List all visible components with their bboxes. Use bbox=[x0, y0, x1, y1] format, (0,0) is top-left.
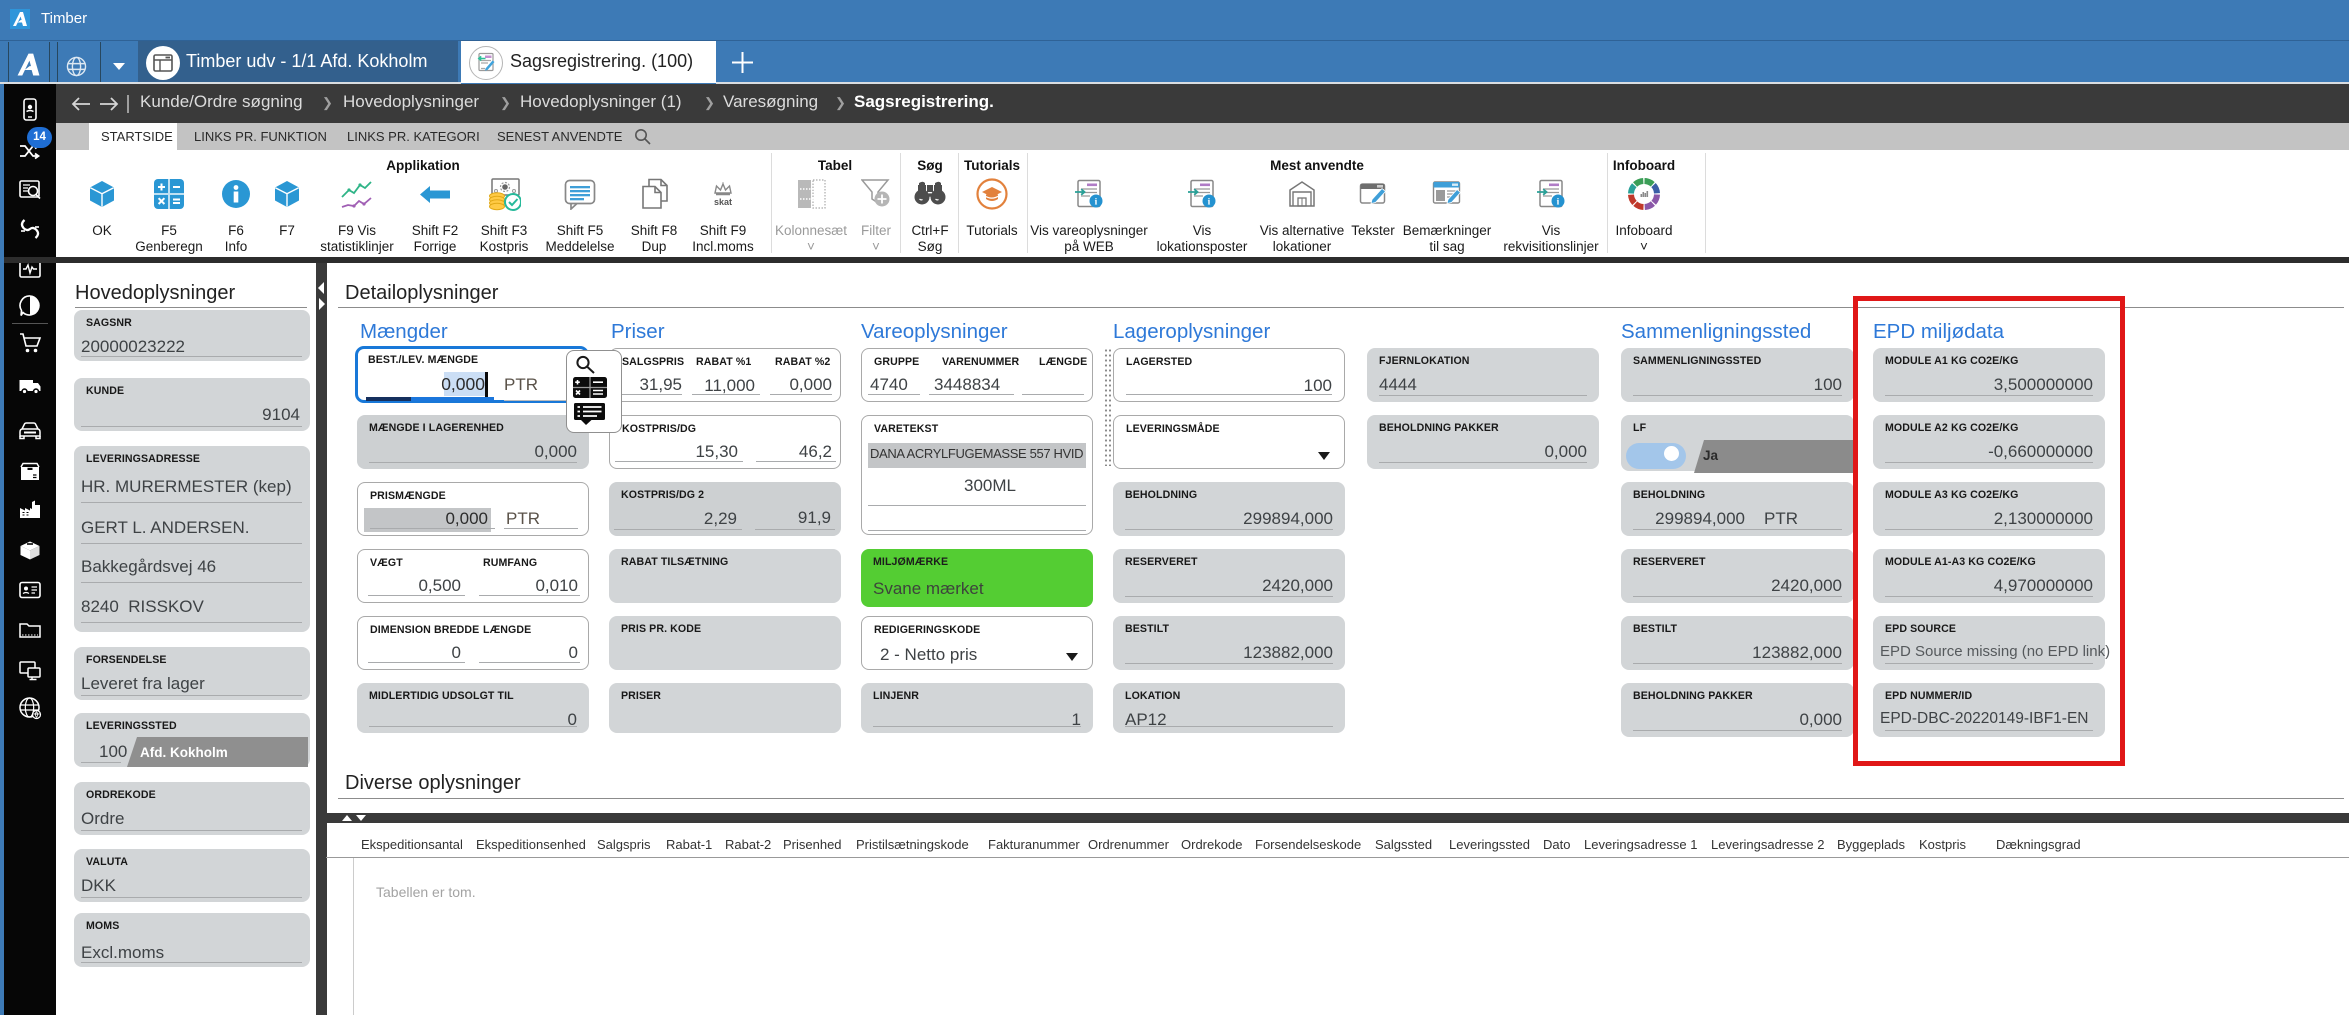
svg-text:i: i bbox=[1557, 198, 1560, 208]
svg-text:i: i bbox=[1208, 198, 1211, 208]
svg-text:i: i bbox=[1095, 198, 1098, 208]
svg-text:skat: skat bbox=[714, 197, 732, 206]
